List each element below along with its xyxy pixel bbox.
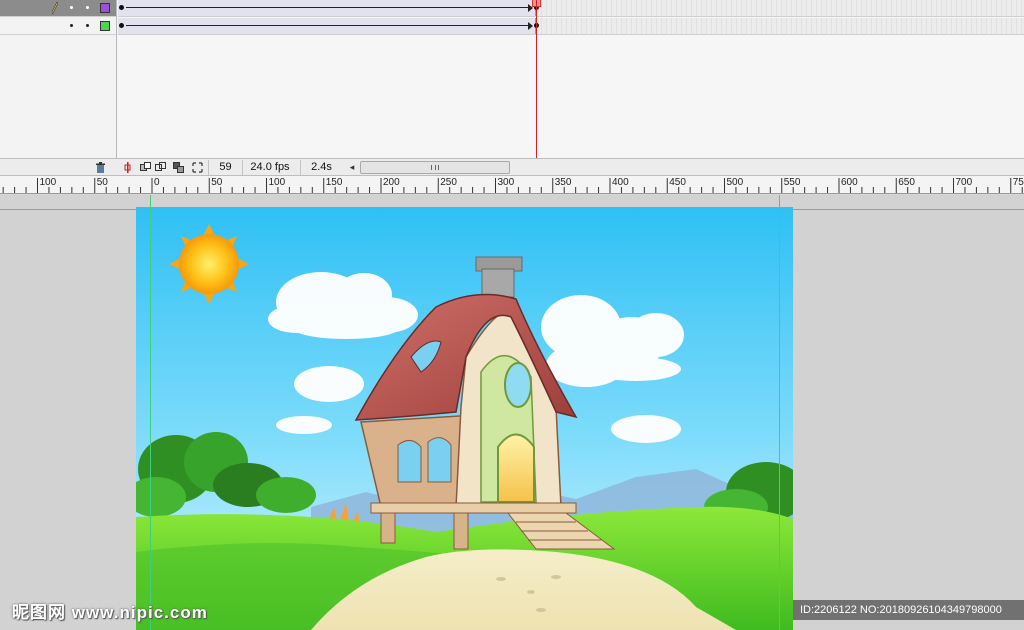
elapsed-time: 2.4s	[300, 160, 342, 175]
ruler-tick-label: 400	[612, 177, 629, 188]
ruler-tick-label: 300	[497, 177, 515, 188]
ruler-tick-label: 250	[440, 177, 457, 188]
ruler-tick-label: 700	[955, 177, 973, 188]
layer-row-2[interactable]	[0, 18, 116, 35]
modify-markers-icon[interactable]	[192, 162, 203, 173]
scroll-left-arrow-icon[interactable]: ◂	[346, 160, 358, 175]
frame-row-1[interactable]	[118, 0, 1024, 17]
watermark-logo: 昵图网 www.nipic.com	[12, 603, 208, 622]
playhead-line	[536, 0, 537, 158]
tween-arrow-head	[528, 22, 533, 30]
trash-icon[interactable]	[95, 162, 106, 173]
edit-multiple-frames-icon[interactable]	[173, 162, 184, 173]
ruler-tick-label: 750	[1012, 177, 1024, 188]
watermark-id: ID:2206122 NO:20180926104349798000	[793, 600, 1024, 620]
layer-color-swatch[interactable]	[100, 21, 110, 31]
lock-dot[interactable]	[86, 24, 89, 27]
cartoon-scene	[136, 207, 793, 630]
ruler-tick-label: 350	[554, 177, 572, 188]
center-frame-icon[interactable]	[122, 162, 133, 173]
ruler-tick-label: 650	[898, 177, 915, 188]
onion-skin-icon[interactable]	[140, 162, 151, 173]
ruler-tick-label: 550	[783, 177, 801, 188]
empty-frames[interactable]	[537, 18, 1024, 34]
timeline-horizontal-scrollbar[interactable]	[360, 161, 510, 174]
frame-rate[interactable]: 24.0 fps	[242, 160, 297, 175]
horizontal-ruler[interactable]: 100 50 0 50 100 150 200 250 300 350 400 450 500 550 60…	[0, 176, 1024, 194]
frame-grid[interactable]	[118, 0, 1024, 158]
tween-arrow	[126, 25, 529, 26]
flash-editor: 59 24.0 fps 2.4s ◂ 100 50 0 50 100 150 200 250 3…	[0, 0, 1024, 630]
lock-dot[interactable]	[86, 6, 89, 9]
timeline-status-bar: 59 24.0 fps 2.4s ◂	[0, 158, 1024, 176]
ruler-tick-label: 50	[96, 177, 108, 188]
timeline-panel: 59 24.0 fps 2.4s ◂	[0, 0, 1024, 176]
ruler-tick-label: 0	[154, 177, 160, 188]
cloud-small	[294, 366, 364, 402]
keyframe-start[interactable]	[119, 23, 124, 28]
empty-frames[interactable]	[537, 0, 1024, 16]
visibility-dot[interactable]	[70, 24, 73, 27]
stage-canvas[interactable]	[136, 207, 793, 630]
vertical-guide-left[interactable]	[150, 195, 151, 630]
layer-color-swatch[interactable]	[100, 3, 110, 13]
ruler-tick-label: 50	[211, 177, 223, 188]
ruler-tick-label: 100	[39, 177, 57, 188]
ruler-tick-label: 450	[669, 177, 686, 188]
visibility-dot[interactable]	[70, 6, 73, 9]
tween-arrow	[126, 7, 529, 8]
vertical-guide-right[interactable]	[779, 195, 780, 630]
frame-row-2[interactable]	[118, 18, 1024, 35]
ruler-tick-label: 150	[325, 177, 343, 188]
ruler-tick-label: 500	[726, 177, 744, 188]
ruler-tick-label: 200	[383, 177, 400, 188]
scroll-grip-icon	[431, 165, 439, 170]
pencil-icon	[52, 2, 58, 14]
motion-tween[interactable]	[118, 0, 536, 16]
ruler-tick-label: 600	[841, 177, 858, 188]
motion-tween[interactable]	[118, 18, 536, 34]
layer-row-1[interactable]	[0, 0, 116, 17]
stage-workspace[interactable]	[0, 195, 1024, 630]
keyframe-start[interactable]	[119, 5, 124, 10]
current-frame: 59	[208, 160, 242, 175]
onion-outline-icon[interactable]	[155, 162, 166, 173]
sun	[169, 224, 249, 304]
ruler-tick-label: 100	[268, 177, 286, 188]
layer-list	[0, 0, 117, 158]
